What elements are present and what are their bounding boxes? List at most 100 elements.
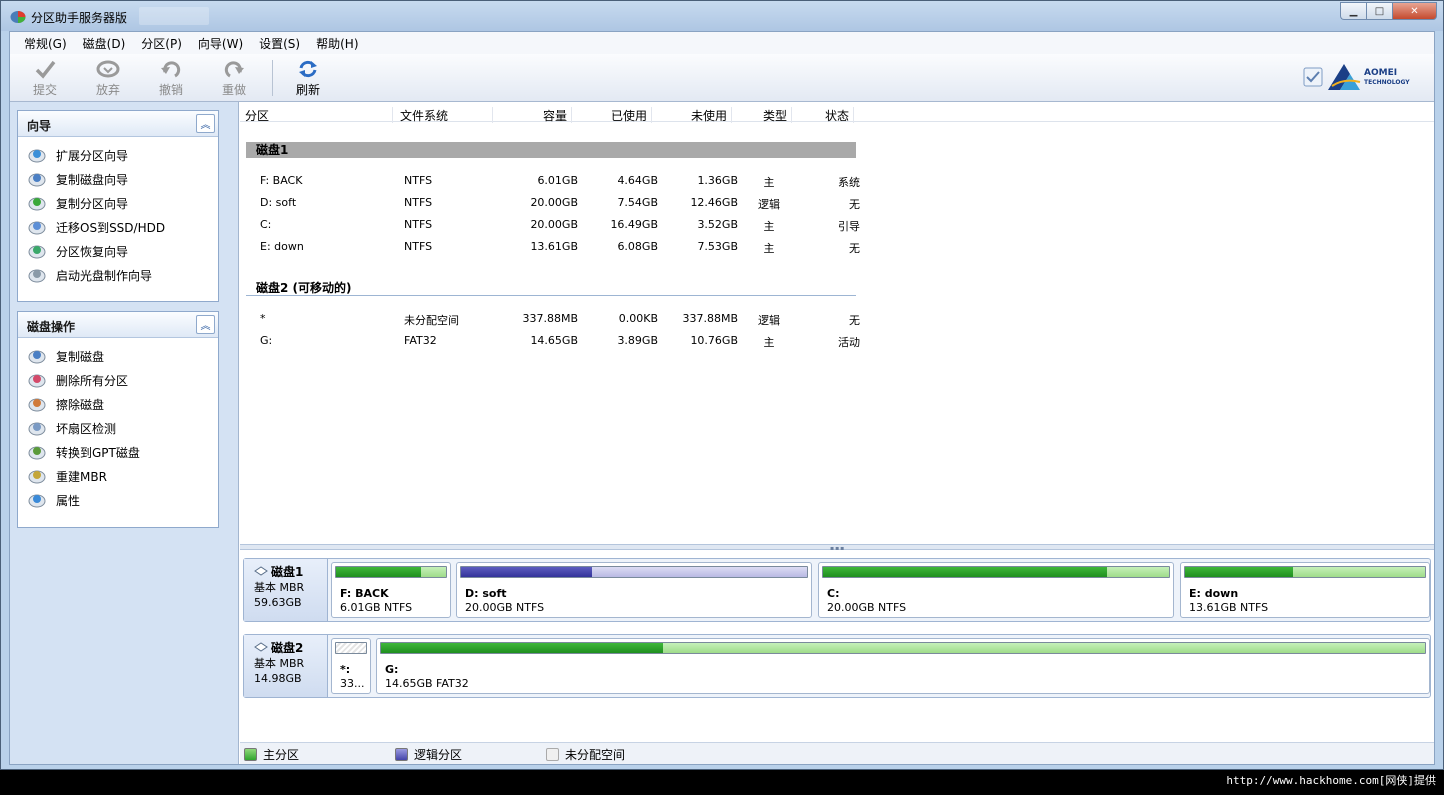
disk-block[interactable]: 磁盘2 基本 MBR 14.98GB *: 33... G: 14.65GB FAT32 — [243, 634, 1431, 698]
close-button[interactable]: ✕ — [1392, 2, 1437, 20]
table-row[interactable]: G: FAT32 14.65GB 3.89GB 10.76GB 主 活动 — [240, 330, 860, 352]
partition-info: 14.65GB FAT32 — [385, 677, 469, 690]
col-filesystem[interactable]: 文件系统 — [400, 107, 493, 123]
collapse-icon[interactable]: ︽ — [196, 315, 215, 334]
sidebar-item[interactable]: 扩展分区向导 — [28, 143, 218, 167]
cell-used: 0.00KB — [618, 312, 658, 325]
disk-ops-list: 复制磁盘 删除所有分区擦除磁盘坏扇区检测 转换到GPT磁盘 重建MBR 属性 — [18, 338, 218, 512]
extend-partition-icon — [28, 149, 46, 163]
menu-help[interactable]: 帮助(H) — [308, 35, 366, 52]
menu-general[interactable]: 常规(G) — [16, 35, 75, 52]
cell-used: 3.89GB — [617, 334, 658, 347]
table-row[interactable]: E: down NTFS 13.61GB 6.08GB 7.53GB 主 无 — [240, 236, 860, 258]
usage-bar — [335, 642, 367, 654]
sidebar-item[interactable]: 删除所有分区 — [28, 368, 218, 392]
partition-block[interactable]: F: BACK 6.01GB NTFS — [331, 562, 451, 618]
col-partition[interactable]: 分区 — [245, 107, 393, 123]
partition-recovery-icon — [28, 245, 46, 259]
sidebar-item[interactable]: 擦除磁盘 — [28, 392, 218, 416]
sidebar-item[interactable]: 属性 — [28, 488, 218, 512]
partition-block[interactable]: D: soft 20.00GB NTFS — [456, 562, 812, 618]
disk-block[interactable]: 磁盘1 基本 MBR 59.63GB F: BACK 6.01GB NTFS D: sof… — [243, 558, 1431, 622]
wizard-panel-header[interactable]: 向导 ︽ — [18, 111, 218, 137]
table-row[interactable]: * 未分配空间 337.88MB 0.00KB 337.88MB 逻辑 无 — [240, 308, 860, 330]
disk-label[interactable]: 磁盘1 基本 MBR 59.63GB — [244, 559, 328, 621]
legend-unallocated-label: 未分配空间 — [565, 748, 626, 762]
sidebar-item[interactable]: 坏扇区检测 — [28, 416, 218, 440]
disk-group-header[interactable]: 磁盘1 — [246, 142, 856, 158]
delete-all-icon — [28, 374, 46, 388]
maximize-button[interactable]: □ — [1366, 2, 1392, 20]
disk-label[interactable]: 磁盘2 基本 MBR 14.98GB — [244, 635, 328, 697]
menu-settings[interactable]: 设置(S) — [251, 35, 308, 52]
col-capacity[interactable]: 容量 — [494, 107, 572, 123]
legend-primary: 主分区 — [244, 746, 299, 763]
sidebar-item[interactable]: 复制磁盘向导 — [28, 167, 218, 191]
partition-block[interactable]: C: 20.00GB NTFS — [818, 562, 1174, 618]
menu-disk[interactable]: 磁盘(D) — [75, 35, 134, 52]
partition-block[interactable]: E: down 13.61GB NTFS — [1180, 562, 1430, 618]
cell-fs: NTFS — [404, 174, 433, 187]
properties-icon — [28, 494, 46, 508]
menu-partition[interactable]: 分区(P) — [133, 35, 190, 52]
logical-swatch — [395, 748, 408, 761]
disk-name-row: 磁盘2 — [254, 641, 327, 656]
partition-info: 20.00GB NTFS — [465, 601, 545, 614]
bad-sector-icon — [28, 422, 46, 436]
refresh-button[interactable]: 刷新 — [283, 56, 333, 100]
partition-block[interactable]: G: 14.65GB FAT32 — [376, 638, 1430, 694]
cell-status: 无 — [849, 242, 860, 255]
sidebar-item[interactable]: 复制磁盘 — [28, 344, 218, 368]
collapse-icon[interactable]: ︽ — [196, 114, 215, 133]
app-window: 分区助手服务器版 ▁ □ ✕ 常规(G) 磁盘(D) 分区(P) 向导(W) 设… — [0, 0, 1444, 770]
sidebar-item-label: 复制分区向导 — [56, 196, 129, 211]
commit-button[interactable]: 提交 — [20, 56, 70, 100]
checkmark-icon — [35, 60, 56, 79]
title-bar[interactable]: 分区助手服务器版 ▁ □ ✕ — [1, 1, 1443, 31]
sidebar-item[interactable]: 转换到GPT磁盘 — [28, 440, 218, 464]
disk-group-header[interactable]: 磁盘2 (可移动的) — [246, 280, 856, 296]
client-area: 常规(G) 磁盘(D) 分区(P) 向导(W) 设置(S) 帮助(H) 提交 放… — [9, 31, 1435, 765]
partition-list-header: 分区 文件系统 容量 已使用 未使用 类型 状态 — [240, 104, 1434, 123]
partition-name: D: soft — [465, 587, 507, 600]
redo-button[interactable]: 重做 — [209, 56, 259, 100]
cell-used: 4.64GB — [617, 174, 658, 187]
sidebar-item[interactable]: 迁移OS到SSD/HDD — [28, 215, 218, 239]
minimize-button[interactable]: ▁ — [1340, 2, 1366, 20]
disk-size: 14.98GB — [254, 672, 302, 685]
aomei-logo-icon — [1328, 64, 1361, 90]
partition-info: 6.01GB NTFS — [340, 601, 413, 614]
cell-partition: * — [260, 312, 266, 325]
undo-label: 撤销 — [158, 83, 183, 97]
legend-primary-label: 主分区 — [263, 748, 300, 762]
toolbar: 提交 放弃 撤销 重做 刷新 AOMEI TECHNOLOGY — [10, 54, 1434, 102]
col-free[interactable]: 未使用 — [654, 107, 732, 123]
table-row[interactable]: F: BACK NTFS 6.01GB 4.64GB 1.36GB 主 系统 — [240, 170, 860, 192]
menu-wizard[interactable]: 向导(W) — [190, 35, 251, 52]
discard-button[interactable]: 放弃 — [83, 56, 133, 100]
cell-type: 主 — [763, 336, 775, 349]
partition-block[interactable]: *: 33... — [331, 638, 371, 694]
sidebar-item[interactable]: 分区恢复向导 — [28, 239, 218, 263]
usage-bar — [1184, 566, 1426, 578]
table-row[interactable]: C: NTFS 20.00GB 16.49GB 3.52GB 主 引导 — [240, 214, 860, 236]
cell-fs: 未分配空间 — [404, 314, 459, 327]
col-status[interactable]: 状态 — [794, 107, 854, 123]
col-used[interactable]: 已使用 — [574, 107, 652, 123]
checkbox-icon[interactable] — [1302, 66, 1324, 88]
app-icon — [10, 11, 26, 23]
partition-info: 33... — [340, 677, 365, 690]
disk-name: 磁盘2 — [271, 641, 304, 655]
cell-free: 3.52GB — [697, 218, 738, 231]
sidebar-item[interactable]: 重建MBR — [28, 464, 218, 488]
wizard-list: 扩展分区向导 复制磁盘向导复制分区向导迁移OS到SSD/HDD 分区恢复向导 启动光盘… — [18, 137, 218, 287]
disk-ops-panel-header[interactable]: 磁盘操作 ︽ — [18, 312, 218, 338]
brand-logo: AOMEI TECHNOLOGY — [1302, 62, 1422, 94]
col-type[interactable]: 类型 — [734, 107, 792, 123]
sidebar-item-label: 擦除磁盘 — [56, 397, 105, 412]
cell-capacity: 20.00GB — [530, 196, 578, 209]
sidebar-item[interactable]: 启动光盘制作向导 — [28, 263, 218, 287]
table-row[interactable]: D: soft NTFS 20.00GB 7.54GB 12.46GB 逻辑 无 — [240, 192, 860, 214]
undo-button[interactable]: 撤销 — [146, 56, 196, 100]
sidebar-item[interactable]: 复制分区向导 — [28, 191, 218, 215]
